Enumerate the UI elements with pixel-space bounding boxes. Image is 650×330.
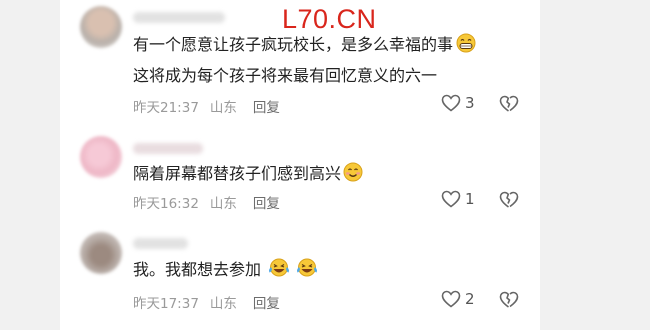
comment-time: 昨天16:32 <box>133 196 199 212</box>
comment-location: 山东 <box>209 296 237 312</box>
comment-line: 我。我都想去参加 <box>133 260 262 279</box>
comment-meta: 昨天21:37 山东 回复 <box>133 96 291 116</box>
tears-of-joy-emoji <box>295 258 319 287</box>
comment-time: 昨天17:37 <box>133 296 199 312</box>
avatar[interactable] <box>80 232 122 274</box>
like-button[interactable]: 2 <box>441 290 475 308</box>
heart-outline-icon <box>441 94 461 112</box>
avatar[interactable] <box>80 6 122 48</box>
dislike-button[interactable] <box>499 191 519 213</box>
grin-emoji <box>455 33 477 62</box>
broken-heart-icon <box>499 191 519 208</box>
comment-meta: 昨天16:32 山东 回复 <box>133 192 291 212</box>
broken-heart-icon <box>499 291 519 308</box>
comment-line: 这将成为每个孩子将来最有回忆意义的六一 <box>133 66 438 85</box>
comment-location: 山东 <box>209 196 237 212</box>
comment-location: 山东 <box>209 100 237 116</box>
heart-outline-icon <box>441 290 461 308</box>
like-button[interactable]: 1 <box>441 190 475 208</box>
tears-of-joy-emoji <box>267 258 291 287</box>
username-blurred[interactable] <box>133 12 225 23</box>
like-count: 2 <box>465 290 475 308</box>
comment-text: 隔着屏幕都替孩子们感到高兴 <box>133 160 363 191</box>
comment-line: 隔着屏幕都替孩子们感到高兴 <box>133 164 342 183</box>
like-button[interactable]: 3 <box>441 94 475 112</box>
like-count: 3 <box>465 94 475 112</box>
comment-text: 有一个愿意让孩子疯玩校长，是多么幸福的事 这将成为每个孩子将来最有回忆意义的六一 <box>133 31 477 90</box>
comment-line: 有一个愿意让孩子疯玩校长，是多么幸福的事 <box>133 35 454 54</box>
heart-outline-icon <box>441 190 461 208</box>
reply-button[interactable]: 回复 <box>253 296 280 312</box>
comment-text: 我。我都想去参加 <box>133 256 319 287</box>
like-count: 1 <box>465 190 475 208</box>
username-blurred[interactable] <box>133 238 188 249</box>
smile-emoji <box>343 162 363 191</box>
comment-meta: 昨天17:37 山东 回复 <box>133 292 291 312</box>
comment-time: 昨天21:37 <box>133 100 199 116</box>
dislike-button[interactable] <box>499 95 519 117</box>
reply-button[interactable]: 回复 <box>253 100 280 116</box>
dislike-button[interactable] <box>499 291 519 313</box>
broken-heart-icon <box>499 95 519 112</box>
username-blurred[interactable] <box>133 143 203 154</box>
avatar[interactable] <box>80 136 122 178</box>
reply-button[interactable]: 回复 <box>253 196 280 212</box>
